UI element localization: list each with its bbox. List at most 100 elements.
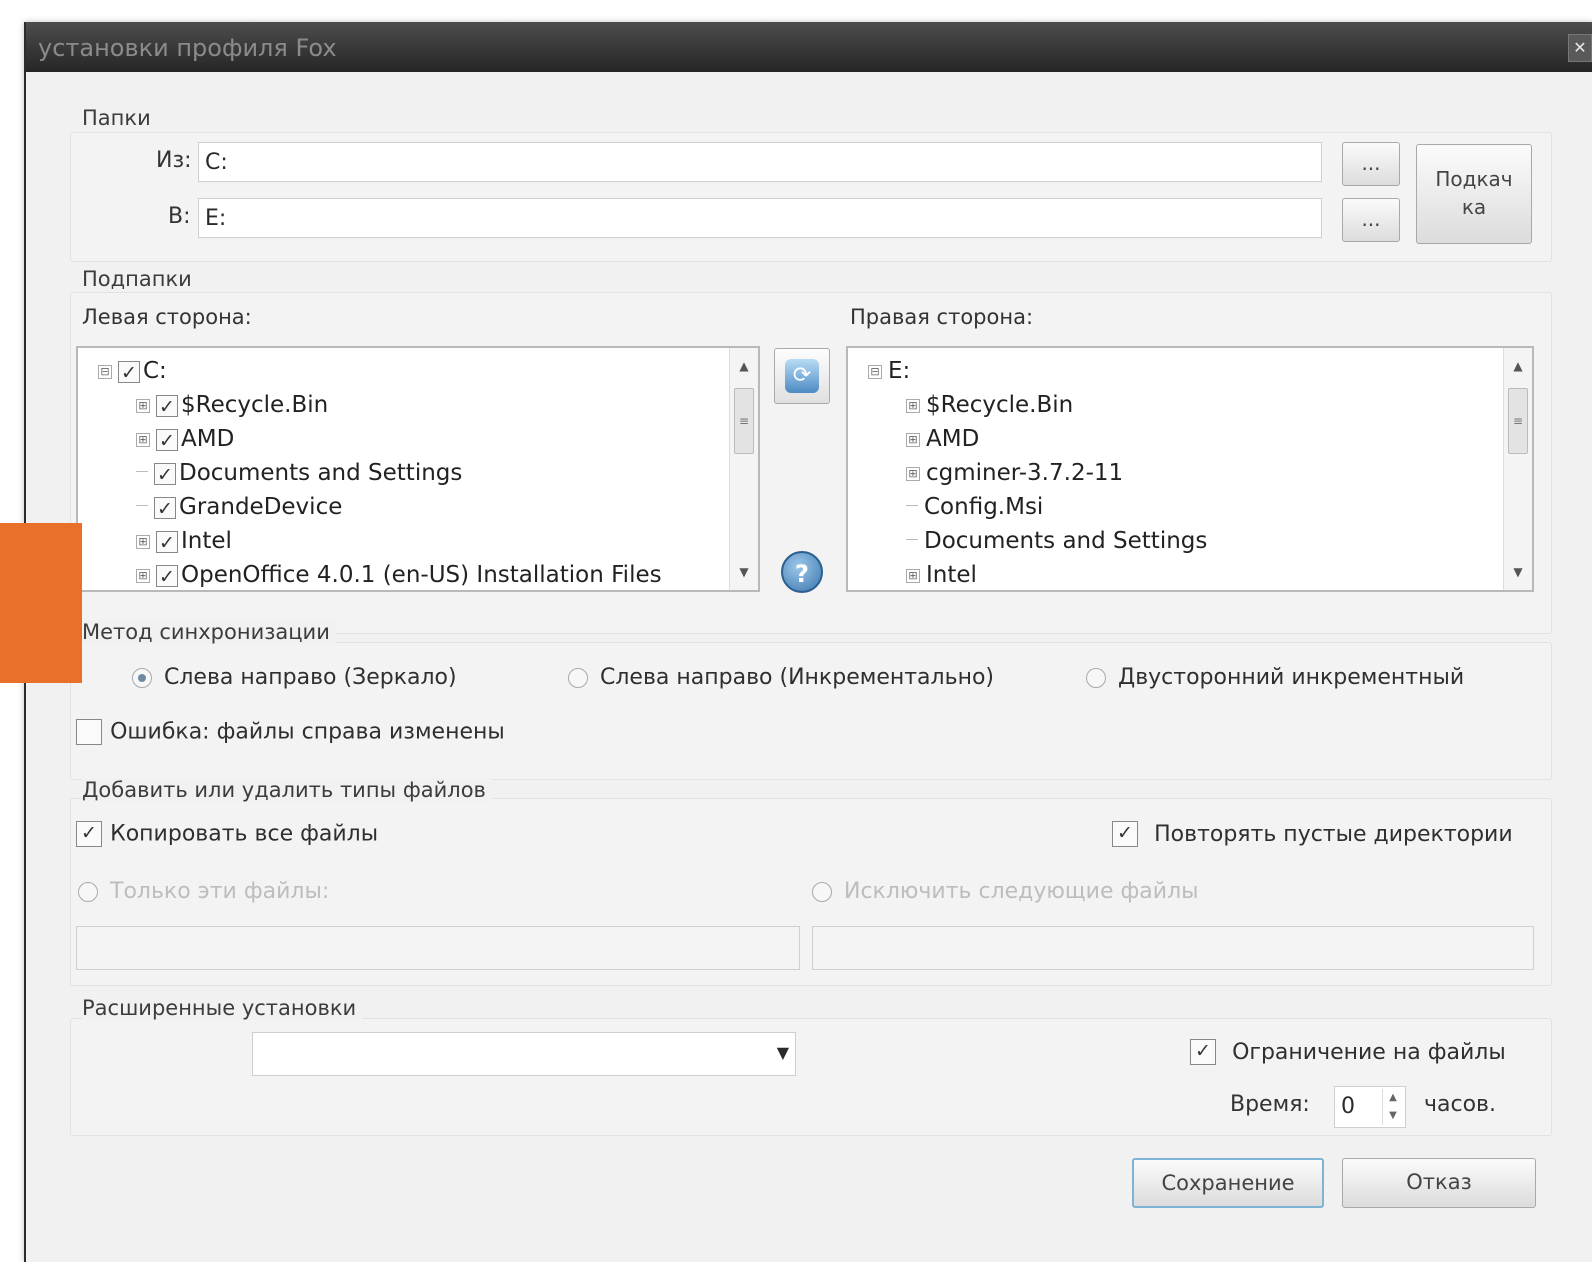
sync-method-group <box>70 642 1552 780</box>
tree-item[interactable]: Config.Msi <box>906 490 1043 524</box>
scroll-down-icon[interactable]: ▼ <box>1504 558 1532 586</box>
exclude-files-input[interactable] <box>812 926 1534 970</box>
radio-incremental[interactable]: Слева направо (Инкрементально) <box>568 665 994 690</box>
scroll-down-icon[interactable]: ▼ <box>730 558 758 586</box>
subfolders-group-label: Подпапки <box>82 267 198 291</box>
left-side-label: Левая сторона: <box>82 305 252 329</box>
from-label: Из: <box>156 148 192 173</box>
tree-item[interactable]: ✓ GrandeDevice <box>136 490 342 524</box>
tree-item-label: Intel <box>926 562 977 588</box>
expand-toggle-icon[interactable]: ⊞ <box>906 568 920 583</box>
save-button[interactable]: Сохранение <box>1132 1158 1324 1208</box>
scroll-thumb[interactable]: ≡ <box>1508 388 1528 454</box>
left-tree-scrollbar[interactable]: ▲ ≡ ▼ <box>729 348 758 590</box>
pump-button[interactable]: Подкач ка <box>1416 144 1532 244</box>
expand-toggle-icon[interactable]: ⊞ <box>906 432 920 447</box>
scroll-thumb[interactable]: ≡ <box>734 388 754 454</box>
checkbox-indicator[interactable]: ✓ <box>76 821 102 847</box>
advanced-combo[interactable]: ▼ <box>252 1032 796 1076</box>
scroll-up-icon[interactable]: ▲ <box>730 352 758 380</box>
checkbox-indicator[interactable]: ✓ <box>156 428 178 452</box>
radio-incremental-indicator[interactable] <box>568 667 588 688</box>
tree-item[interactable]: ⊞ cgminer-3.7.2-11 <box>906 456 1123 490</box>
radio-only-these-files[interactable]: Только эти файлы: <box>78 879 329 904</box>
scroll-up-icon[interactable]: ▲ <box>1504 352 1532 380</box>
tree-item[interactable]: ⊟ E: <box>868 354 910 388</box>
browse-from-button[interactable]: ... <box>1342 142 1400 186</box>
tree-item-label: GrandeDevice <box>179 494 343 520</box>
radio-only-these-indicator[interactable] <box>78 881 98 902</box>
title-bar[interactable]: установки профиля Fox ✕ <box>26 22 1592 72</box>
tree-item[interactable]: ⊞ ✓ OpenOffice 4.0.1 (en-US) Installation … <box>136 558 662 590</box>
sync-trees-button[interactable]: ⟳ <box>774 348 830 404</box>
repeat-empty-dirs-checkbox[interactable]: ✓ Повторять пустые директории <box>1112 821 1513 847</box>
browse-to-button[interactable]: ... <box>1342 198 1400 242</box>
left-folder-tree[interactable]: ⊟ ✓ C: ⊞ ✓ $Recycle.Bin ⊞ ✓ AMD ✓ Documents and Se… <box>76 346 760 592</box>
expand-toggle-icon[interactable]: ⊞ <box>906 466 920 481</box>
file-types-group-label: Добавить или удалить типы файлов <box>82 778 492 802</box>
checkbox-indicator[interactable]: ✓ <box>156 394 178 418</box>
radio-two-way-indicator[interactable] <box>1086 667 1106 688</box>
expand-toggle-icon[interactable]: ⊞ <box>136 432 150 447</box>
radio-exclude-files[interactable]: Исключить следующие файлы <box>812 879 1199 904</box>
expand-toggle-icon[interactable]: ⊞ <box>136 398 150 413</box>
checkbox-indicator[interactable]: ✓ <box>1112 821 1138 847</box>
checkbox-indicator[interactable]: ✓ <box>154 462 176 486</box>
tree-item[interactable]: ⊞ AMD <box>906 422 979 456</box>
chevron-down-icon[interactable]: ▼ <box>777 1033 789 1073</box>
time-spinner[interactable]: 0 ▲ ▼ <box>1334 1086 1406 1128</box>
radio-incremental-label: Слева направо (Инкрементально) <box>600 665 994 690</box>
expand-toggle-icon[interactable]: ⊟ <box>868 364 882 379</box>
right-folder-tree[interactable]: ⊟ E: ⊞ $Recycle.Bin ⊞ AMD ⊞ cgminer-3.7.2-11 Con… <box>846 346 1534 592</box>
folders-group-label: Папки <box>82 106 157 130</box>
cancel-button[interactable]: Отказ <box>1342 1158 1536 1208</box>
tree-item[interactable]: ⊞ ✓ Intel <box>136 524 232 558</box>
tree-item[interactable]: ⊟ ✓ C: <box>98 354 167 388</box>
tree-item-label: $Recycle.Bin <box>926 392 1074 418</box>
checkbox-indicator[interactable]: ✓ <box>1190 1039 1216 1065</box>
decorative-orange-block <box>0 523 82 683</box>
radio-mirror-label: Слева направо (Зеркало) <box>164 665 457 690</box>
help-icon[interactable]: ? <box>781 551 823 593</box>
tree-item[interactable]: ⊞ ✓ $Recycle.Bin <box>136 388 328 422</box>
right-side-label: Правая сторона: <box>850 305 1034 329</box>
tree-item[interactable]: ⊞ ✓ AMD <box>136 422 234 456</box>
profile-settings-window: установки профиля Fox ✕ Папки Из: C: ...… <box>24 22 1592 1262</box>
radio-mirror-indicator[interactable] <box>132 667 152 688</box>
checkbox-indicator[interactable] <box>76 719 102 745</box>
file-limit-checkbox[interactable]: ✓ Ограничение на файлы <box>1190 1039 1506 1065</box>
tree-item[interactable]: ✓ Documents and Settings <box>136 456 462 490</box>
from-folder-input[interactable]: C: <box>198 142 1322 182</box>
checkbox-indicator[interactable]: ✓ <box>154 496 176 520</box>
expand-toggle-icon[interactable]: ⊞ <box>906 398 920 413</box>
tree-item[interactable]: Documents and Settings <box>906 524 1207 558</box>
tree-item-label: cgminer-3.7.2-11 <box>926 460 1124 486</box>
expand-toggle-icon[interactable]: ⊞ <box>136 534 150 549</box>
error-files-changed-checkbox[interactable]: Ошибка: файлы справа изменены <box>76 719 505 745</box>
only-these-files-input[interactable] <box>76 926 800 970</box>
tree-item-label: AMD <box>926 426 980 452</box>
window-title: установки профиля Fox <box>38 34 337 62</box>
spinner-arrows-icon[interactable]: ▲ ▼ <box>1382 1089 1403 1125</box>
copy-all-files-checkbox[interactable]: ✓ Копировать все файлы <box>76 821 378 847</box>
error-files-changed-label: Ошибка: файлы справа изменены <box>110 719 505 745</box>
radio-two-way[interactable]: Двусторонний инкрементный <box>1086 665 1464 690</box>
tree-item[interactable]: ⊞ $Recycle.Bin <box>906 388 1073 422</box>
close-button[interactable]: ✕ <box>1568 34 1592 62</box>
expand-toggle-icon[interactable]: ⊞ <box>136 568 150 583</box>
checkbox-indicator[interactable]: ✓ <box>156 564 178 588</box>
to-label: В: <box>168 204 191 229</box>
tree-item[interactable]: ⊞ Intel <box>906 558 977 590</box>
right-tree-scrollbar[interactable]: ▲ ≡ ▼ <box>1503 348 1532 590</box>
checkbox-indicator[interactable]: ✓ <box>156 530 178 554</box>
tree-line-icon <box>906 505 918 506</box>
tree-item-label: AMD <box>181 426 235 452</box>
radio-exclude-indicator[interactable] <box>812 881 832 902</box>
checkbox-indicator[interactable]: ✓ <box>118 360 140 384</box>
tree-line-icon <box>136 505 148 506</box>
radio-mirror[interactable]: Слева направо (Зеркало) <box>132 665 457 690</box>
time-label: Время: <box>1230 1092 1310 1117</box>
exclude-files-label: Исключить следующие файлы <box>844 879 1199 904</box>
to-folder-input[interactable]: E: <box>198 198 1322 238</box>
expand-toggle-icon[interactable]: ⊟ <box>98 364 112 379</box>
